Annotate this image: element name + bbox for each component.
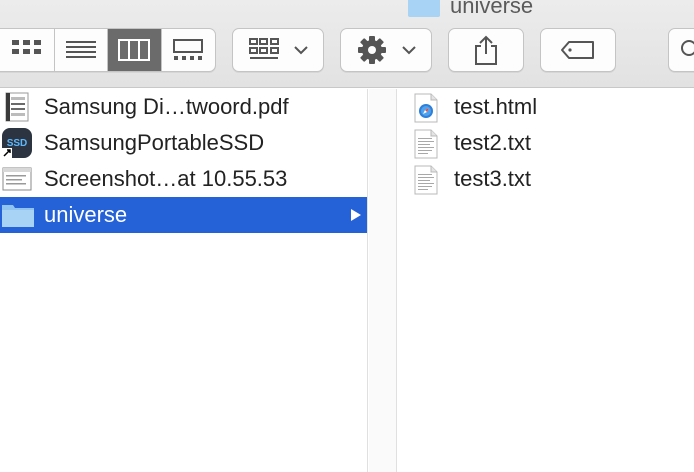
text-file-icon [414,129,438,159]
column-view-button[interactable] [108,29,162,71]
list-item-label: test3.txt [454,166,532,191]
list-item-selected[interactable]: universe [0,197,367,233]
text-file-icon [414,165,438,195]
share-button[interactable] [448,28,524,72]
html-file-icon [414,93,438,123]
disclosure-arrow-icon [351,209,361,221]
screenshot-file-icon [2,164,32,194]
column-divider[interactable] [369,89,397,472]
list-item-label: Screenshot…at 10.55.53 [44,166,288,191]
list-item-label: test2.txt [454,130,532,155]
window-title-text: universe [450,0,534,18]
share-icon [475,35,497,65]
list-item[interactable]: test2.txt [398,125,694,161]
list-item-label: Samsung Di…twoord.pdf [44,94,289,119]
pdf-file-icon [2,92,32,122]
list-item-label: test.html [454,94,538,119]
list-view-button[interactable] [55,29,108,71]
column-2: test.html test2.txt test3.txt [398,89,694,472]
gallery-view-button[interactable] [162,29,216,71]
tag-icon [561,41,594,59]
list-item-label: SamsungPortableSSD [44,130,265,155]
finder-toolbar: universe [0,0,694,88]
list-view-icon [65,41,96,58]
window-title: universe [408,0,533,19]
gear-icon [357,36,386,64]
list-item-label: universe [44,202,128,227]
list-item[interactable]: test.html [398,89,694,125]
view-mode-group [0,28,216,72]
title-folder-icon [408,0,440,17]
gallery-view-icon [173,39,204,60]
tags-button[interactable] [540,28,616,72]
action-button[interactable] [340,28,432,72]
arrange-button[interactable] [232,28,324,72]
icon-view-button[interactable] [0,29,55,71]
folder-icon [2,200,34,230]
ssd-badge-text: SSD [7,138,28,149]
list-item[interactable]: Screenshot…at 10.55.53 [0,161,367,197]
list-item[interactable]: Samsung Di…twoord.pdf [0,89,367,125]
search-button[interactable] [668,28,694,72]
column-1: Samsung Di…twoord.pdf SSD SamsungPortabl… [0,89,368,472]
column-view-icon [118,39,151,61]
ssd-app-alias-icon: SSD [2,128,32,158]
arrange-grid-icon [248,38,279,59]
chevron-down-icon [401,46,416,55]
chevron-down-icon [293,46,308,55]
icon-view-icon [12,40,42,54]
list-item[interactable]: test3.txt [398,161,694,197]
list-item[interactable]: SSD SamsungPortableSSD [0,125,367,161]
search-icon [681,40,694,56]
